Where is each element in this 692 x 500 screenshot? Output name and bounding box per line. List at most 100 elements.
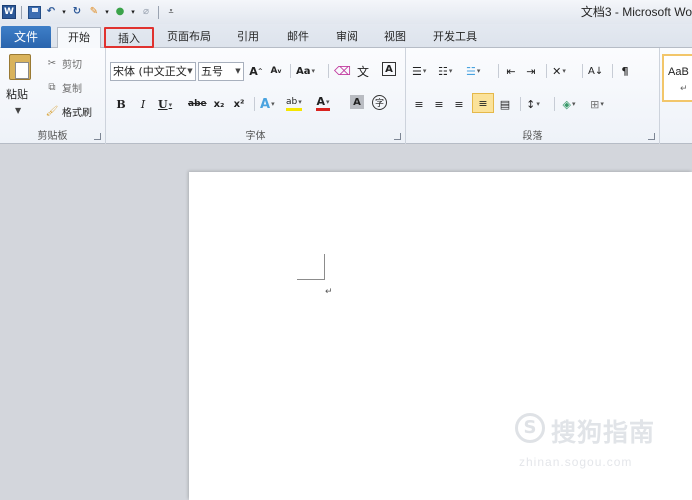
- paragraph-separator: [554, 97, 555, 111]
- font-launcher-icon[interactable]: [394, 133, 401, 140]
- font-size-combo[interactable]: 五号 ▼: [198, 62, 244, 81]
- title-bar: W ↶ ▾ ↻ ✎ ▾ ● ▾ ⌀ ⩡ 文档3 - Microsoft Wo: [0, 0, 692, 24]
- underline-button[interactable]: U ▾: [158, 95, 172, 113]
- distributed-button[interactable]: ▤: [498, 95, 512, 113]
- tab-file[interactable]: 文件: [1, 26, 51, 48]
- tab-insert[interactable]: 插入: [104, 27, 154, 48]
- redo-icon[interactable]: ↻: [70, 5, 84, 19]
- tab-page-layout[interactable]: 页面布局: [160, 27, 218, 48]
- text-effects-button[interactable]: A ▾: [260, 95, 275, 113]
- increase-indent-button[interactable]: ⇥: [524, 62, 538, 80]
- font-name-dropdown-icon[interactable]: ▼: [185, 63, 195, 80]
- quick-access-toolbar: W ↶ ▾ ↻ ✎ ▾ ● ▾ ⌀ ⩡: [2, 3, 178, 21]
- enclose-characters-button[interactable]: 字: [372, 95, 387, 110]
- cut-button[interactable]: ✂ 剪切: [46, 54, 82, 72]
- format-painter-button[interactable]: 🖌 格式刷: [46, 102, 92, 120]
- tab-home[interactable]: 开始: [57, 27, 101, 49]
- margin-corner-mark: [297, 254, 325, 280]
- sort-button[interactable]: A↓: [588, 62, 603, 80]
- style-preview: AaB: [668, 66, 689, 78]
- ribbon: 粘贴 ▼ ✂ 剪切 ⧉ 复制 🖌 格式刷 剪贴板 宋体 (中文正文 ▼ 五号 ▼…: [0, 48, 692, 144]
- font-color-button[interactable]: A ▾: [316, 95, 330, 111]
- paragraph-separator: [612, 64, 613, 78]
- clipboard-launcher-icon[interactable]: [94, 133, 101, 140]
- bold-button[interactable]: B: [114, 95, 128, 113]
- undo-dropdown-icon[interactable]: ▾: [61, 5, 67, 19]
- borders-button[interactable]: ⊞ ▾: [590, 95, 604, 113]
- show-marks-button[interactable]: ¶: [618, 62, 632, 80]
- font-group-label: 字体: [245, 131, 266, 142]
- paste-dropdown-icon[interactable]: ▼: [15, 106, 21, 115]
- paragraph-separator: [546, 64, 547, 78]
- strikethrough-button[interactable]: abe: [188, 95, 207, 113]
- watermark-url: zhinan.sogou.com: [519, 455, 633, 469]
- chinese-layout-button[interactable]: ✕ ▾: [552, 62, 566, 80]
- word-logo-icon[interactable]: W: [2, 5, 16, 19]
- watermark-circle-icon: S: [515, 413, 545, 443]
- grow-font-button[interactable]: A ^: [249, 62, 263, 80]
- qat-dropdown-icon[interactable]: ▾: [130, 5, 136, 19]
- font-name-value: 宋体 (中文正文: [113, 65, 187, 78]
- paragraph-launcher-icon[interactable]: [648, 133, 655, 140]
- justify-button[interactable]: ≡: [472, 93, 494, 113]
- format-painter-label: 格式刷: [62, 107, 92, 119]
- window-title: 文档3 - Microsoft Wo: [580, 5, 692, 19]
- watermark-name: 搜狗指南: [551, 418, 656, 447]
- qat-separator: [21, 5, 22, 19]
- paragraph-separator: [498, 64, 499, 78]
- paragraph-separator: [582, 64, 583, 78]
- tab-mailings[interactable]: 邮件: [278, 27, 318, 48]
- format-painter-icon[interactable]: ✎: [87, 5, 101, 19]
- undo-icon[interactable]: ↶: [44, 5, 58, 19]
- tab-review[interactable]: 审阅: [327, 27, 367, 48]
- scissors-icon: ✂: [47, 57, 57, 69]
- superscript-button[interactable]: x²: [232, 95, 246, 113]
- clear-formatting-button[interactable]: ⌫: [334, 62, 351, 80]
- align-left-button[interactable]: ≡: [412, 95, 426, 113]
- tab-developer[interactable]: 开发工具: [424, 27, 486, 48]
- qat-dropdown-icon[interactable]: ▾: [104, 5, 110, 19]
- font-size-dropdown-icon[interactable]: ▼: [233, 63, 243, 80]
- line-spacing-button[interactable]: ↕ ▾: [526, 95, 540, 113]
- align-center-button[interactable]: ≡: [432, 95, 446, 113]
- save-icon[interactable]: [27, 5, 41, 19]
- watermark-logo: S 搜狗指南 zhinan.sogou.com: [515, 413, 675, 473]
- copy-button[interactable]: ⧉ 复制: [46, 78, 82, 96]
- tab-view[interactable]: 视图: [375, 27, 415, 48]
- style-paragraph-mark: ↵: [680, 84, 688, 94]
- clear-icon[interactable]: ⌀: [139, 5, 153, 19]
- brush-icon: 🖌: [45, 105, 59, 117]
- qat-separator: [158, 5, 159, 19]
- paste-icon[interactable]: [9, 54, 31, 80]
- clipboard-group-label: 剪贴板: [37, 131, 68, 142]
- tab-references[interactable]: 引用: [228, 27, 268, 48]
- paste-button[interactable]: 粘贴: [6, 86, 28, 102]
- customize-qat-icon[interactable]: ⩡: [164, 5, 178, 19]
- shrink-font-button[interactable]: Av: [269, 62, 283, 80]
- paragraph-separator: [520, 97, 521, 111]
- italic-button[interactable]: I: [136, 95, 150, 113]
- bullets-button[interactable]: ☰ ▾: [412, 62, 426, 80]
- font-separator: [328, 64, 329, 78]
- color-wheel-icon[interactable]: ●: [113, 5, 127, 19]
- copy-icon: ⧉: [48, 81, 56, 93]
- style-normal[interactable]: AaB ↵: [662, 54, 692, 102]
- font-separator: [254, 97, 255, 111]
- numbering-button[interactable]: ☷ ▾: [438, 62, 452, 80]
- subscript-button[interactable]: x₂: [212, 95, 226, 113]
- clipboard-group: 粘贴 ▼ ✂ 剪切 ⧉ 复制 🖌 格式刷 剪贴板: [0, 48, 106, 144]
- highlight-color-button[interactable]: ab ▾: [286, 95, 302, 111]
- font-separator: [290, 64, 291, 78]
- character-shading-button[interactable]: A: [350, 95, 364, 109]
- decrease-indent-button[interactable]: ⇤: [504, 62, 518, 80]
- character-border-button[interactable]: A: [382, 62, 396, 76]
- phonetic-guide-button[interactable]: 文: [356, 62, 370, 80]
- ribbon-tab-bar: 文件 开始 插入 页面布局 引用 邮件 审阅 视图 开发工具: [0, 24, 692, 49]
- align-right-button[interactable]: ≡: [452, 95, 466, 113]
- change-case-button[interactable]: Aa ▾: [296, 62, 315, 80]
- multilevel-list-button[interactable]: ☱ ▾: [466, 62, 480, 80]
- font-name-combo[interactable]: 宋体 (中文正文 ▼: [110, 62, 196, 81]
- shading-button[interactable]: ◈ ▾: [562, 95, 576, 113]
- copy-label: 复制: [62, 83, 82, 95]
- paragraph-group-label: 段落: [522, 131, 543, 142]
